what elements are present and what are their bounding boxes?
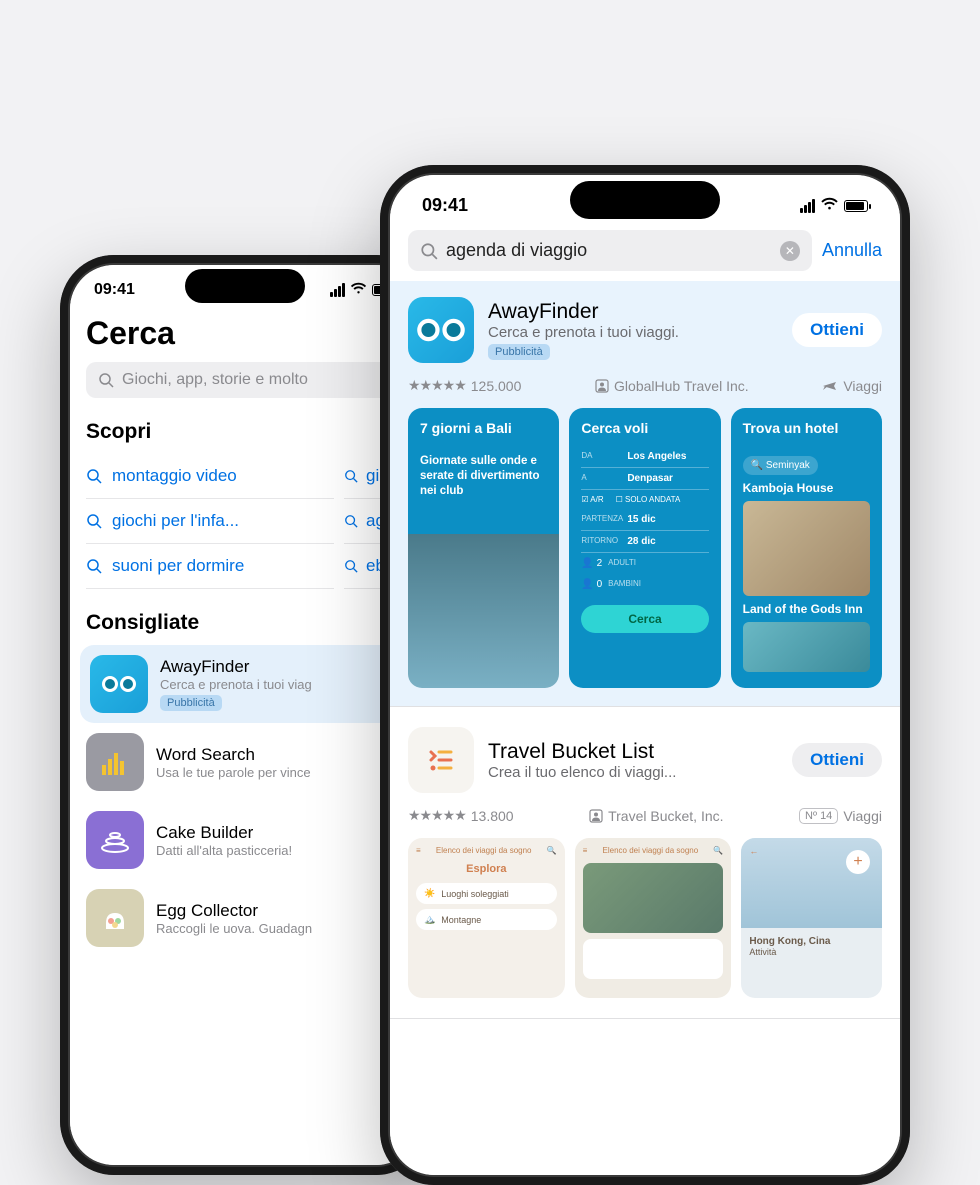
page-title: Cerca [86, 315, 404, 352]
discover-item[interactable]: suoni per dormire [86, 544, 334, 589]
ad-badge: Pubblicità [488, 344, 550, 360]
suggested-heading: Consigliate [86, 611, 404, 635]
battery-icon [844, 200, 868, 212]
notch [570, 181, 720, 219]
app-name: Travel Bucket List [488, 740, 778, 764]
search-input[interactable]: Giochi, app, storie e molto [86, 362, 404, 398]
discover-heading: Scopri [86, 420, 404, 444]
developer-meta: Travel Bucket, Inc. [589, 808, 723, 824]
app-name: Egg Collector [156, 901, 312, 921]
screenshot-b3: ← + Hong Kong, CinaAttività [741, 838, 882, 998]
discover-item[interactable]: giochi per l'infa... [86, 499, 334, 544]
plane-icon [822, 379, 838, 393]
status-time: 09:41 [94, 281, 135, 299]
developer-meta: GlobalHub Travel Inc. [595, 378, 749, 394]
screenshot-b2: ≡Elenco dei viaggi da sogno🔍 [575, 838, 732, 998]
app-icon-awayfinder [90, 655, 148, 713]
app-icon-awayfinder [408, 297, 474, 363]
app-name: AwayFinder [160, 657, 312, 677]
category-meta: Nº 14 Viaggi [799, 808, 882, 824]
category-meta: Viaggi [822, 378, 882, 394]
suggested-app[interactable]: Egg Collector Raccogli le uova. Guadagn [86, 879, 404, 957]
search-placeholder: Giochi, app, storie e molto [122, 371, 308, 389]
discover-item[interactable]: montaggio video [86, 454, 334, 499]
wifi-icon [350, 282, 367, 299]
app-name: Word Search [156, 745, 311, 765]
sponsored-result[interactable]: AwayFinder Cerca e prenota i tuoi viaggi… [390, 281, 900, 707]
search-result[interactable]: Travel Bucket List Crea il tuo elenco di… [390, 707, 900, 1019]
screenshot-1: 7 giorni a Bali Giornate sulle onde e se… [408, 408, 559, 688]
notch [185, 269, 305, 303]
wifi-icon [820, 197, 839, 215]
app-name: Cake Builder [156, 823, 292, 843]
developer-icon [589, 809, 603, 823]
search-icon [420, 242, 438, 260]
search-input[interactable]: agenda di viaggio ✕ [408, 230, 812, 271]
cellular-icon [800, 199, 815, 213]
cancel-button[interactable]: Annulla [822, 240, 882, 261]
get-button[interactable]: Ottieni [792, 313, 882, 347]
app-subtitle: Usa le tue parole per vince [156, 765, 311, 780]
ad-badge: Pubblicità [160, 695, 222, 711]
get-button[interactable]: Ottieni [792, 743, 882, 777]
screenshot-b1: ≡Elenco dei viaggi da sogno🔍 Esplora ☀️L… [408, 838, 565, 998]
search-value: agenda di viaggio [446, 240, 587, 261]
app-icon-bucketlist [408, 727, 474, 793]
screenshot-3: Trova un hotel 🔍 Seminyak Kamboja House … [731, 408, 882, 688]
screenshot-2: Cerca voli DALos Angeles ADenpasar ☑ A/R… [569, 408, 720, 688]
app-icon-wordsearch [86, 733, 144, 791]
developer-icon [595, 379, 609, 393]
rating-meta: ★★★★★ 125.000 [408, 377, 521, 394]
app-subtitle: Raccogli le uova. Guadagn [156, 921, 312, 936]
rank-badge: Nº 14 [799, 808, 838, 824]
app-subtitle: Crea il tuo elenco di viaggi... [488, 764, 778, 781]
app-subtitle: Cerca e prenota i tuoi viag [160, 677, 312, 692]
suggested-app-sponsored[interactable]: AwayFinder Cerca e prenota i tuoi viag P… [80, 645, 410, 723]
app-icon-cakebuilder [86, 811, 144, 869]
search-icon [98, 372, 114, 388]
phone-search-home: 09:41 Cerca Giochi, app, storie e molto … [60, 255, 430, 1175]
cellular-icon [330, 283, 345, 297]
rating-meta: ★★★★★ 13.800 [408, 807, 514, 824]
app-subtitle: Cerca e prenota i tuoi viaggi. [488, 324, 778, 341]
suggested-app[interactable]: Cake Builder Datti all'alta pasticceria! [86, 801, 404, 879]
app-name: AwayFinder [488, 300, 778, 324]
phone-search-results: 09:41 agenda di viaggio ✕ Annulla [380, 165, 910, 1185]
clear-icon[interactable]: ✕ [780, 241, 800, 261]
app-subtitle: Datti all'alta pasticceria! [156, 843, 292, 858]
stars-icon: ★★★★★ [408, 377, 466, 394]
suggested-app[interactable]: Word Search Usa le tue parole per vince [86, 723, 404, 801]
status-time: 09:41 [422, 195, 468, 216]
app-icon-eggcollector [86, 889, 144, 947]
stars-icon: ★★★★★ [408, 807, 466, 824]
